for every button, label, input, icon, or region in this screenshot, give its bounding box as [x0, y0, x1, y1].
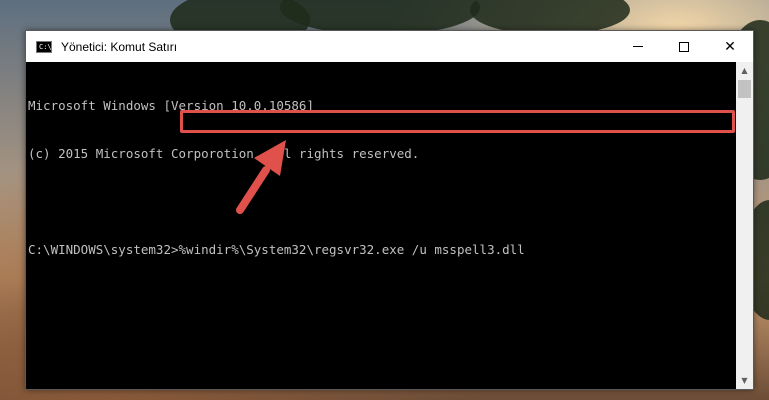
- console-line: (c) 2015 Microsoft Corporotion. All righ…: [28, 146, 420, 161]
- title-bar[interactable]: C:\ Yönetici: Komut Satırı ✕: [26, 31, 753, 62]
- minimize-icon: [633, 46, 643, 47]
- minimize-button[interactable]: [615, 31, 661, 62]
- scroll-up-arrow-icon[interactable]: ▲: [736, 62, 753, 79]
- window-title: Yönetici: Komut Satırı: [61, 39, 178, 54]
- command-prompt-window: C:\ Yönetici: Komut Satırı ✕ Microsoft W…: [25, 30, 754, 390]
- scroll-thumb[interactable]: [738, 80, 751, 98]
- command-highlight-box: [180, 110, 735, 133]
- console-command-line: C:\WINDOWS\system32>%windir%\System32\re…: [28, 242, 525, 257]
- cmd-icon-label: C:\: [39, 42, 52, 51]
- maximize-button[interactable]: [661, 31, 707, 62]
- close-button[interactable]: ✕: [707, 31, 753, 62]
- red-arrow-icon: [236, 140, 286, 214]
- window-controls: ✕: [615, 31, 753, 62]
- vertical-scrollbar[interactable]: ▲ ▼: [736, 62, 753, 389]
- maximize-icon: [679, 41, 689, 52]
- cmd-icon: C:\: [36, 40, 52, 53]
- close-icon: ✕: [724, 38, 736, 55]
- scroll-down-arrow-icon[interactable]: ▼: [736, 372, 753, 389]
